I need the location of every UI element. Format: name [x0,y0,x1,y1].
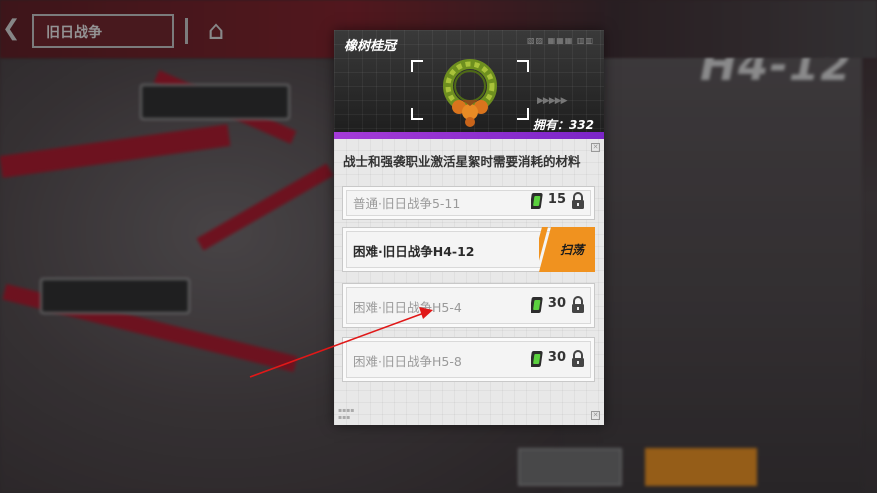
stamina-cost: 15 [547,192,566,207]
stamina-ticket-icon [531,351,543,367]
close-icon[interactable]: ✕ [591,143,600,152]
item-source-popup: 橡树桂冠 ▧▨ ▦▦▦ ▥▥ ▶▶▶▶▶ 拥有：332 ✕ 战士和强袭职业激活星… [334,30,604,425]
stamina-cost: 30 [547,350,566,365]
source-name: 普通·旧日战争5-11 [353,196,461,211]
source-row[interactable]: 困难·旧日战争H5-4 30 [342,283,595,328]
footer-decoration: ▪▪▪▪ ▪▪▪ [338,407,355,421]
owned-count: 拥有：332 [532,118,594,132]
frame-corner [411,60,423,72]
stamina-ticket-icon [531,297,543,313]
lock-icon [572,192,584,209]
header-arrows-decoration: ▶▶▶▶▶ [537,96,568,106]
item-header: 橡树桂冠 ▧▨ ▦▦▦ ▥▥ ▶▶▶▶▶ 拥有：332 [334,30,604,134]
rarity-bar [334,132,604,139]
stamina-cost: 30 [547,296,566,311]
frame-corner [517,108,529,120]
source-row[interactable]: 困难·旧日战争H5-8 30 [342,337,595,382]
oak-laurel-icon [443,59,497,127]
frame-corner [517,60,529,72]
source-name: 困难·旧日战争H4-12 [353,244,475,259]
item-name: 橡树桂冠 [344,39,397,54]
lock-icon [572,296,584,313]
sweep-button[interactable]: 扫荡 [560,241,584,258]
lock-icon [572,350,584,367]
source-row-active[interactable]: 困难·旧日战争H4-12 扫荡 [342,227,595,272]
header-decoration: ▧▨ ▦▦▦ ▥▥ [527,36,594,45]
source-row[interactable]: 普通·旧日战争5-11 15 [342,186,595,220]
game-screen: H4-12 ❮ 旧日战争 ⌂ 橡树桂冠 ▧▨ ▦▦▦ ▥▥ ▶▶▶▶▶ 拥有：3… [0,0,877,493]
stamina-ticket-icon [531,193,543,209]
source-name: 困难·旧日战争H5-8 [353,354,462,369]
close-icon[interactable]: ✕ [591,411,600,420]
frame-corner [411,108,423,120]
item-description: 战士和强袭职业激活星絮时需要消耗的材料 [343,154,581,169]
source-name: 困难·旧日战争H5-4 [353,300,462,315]
